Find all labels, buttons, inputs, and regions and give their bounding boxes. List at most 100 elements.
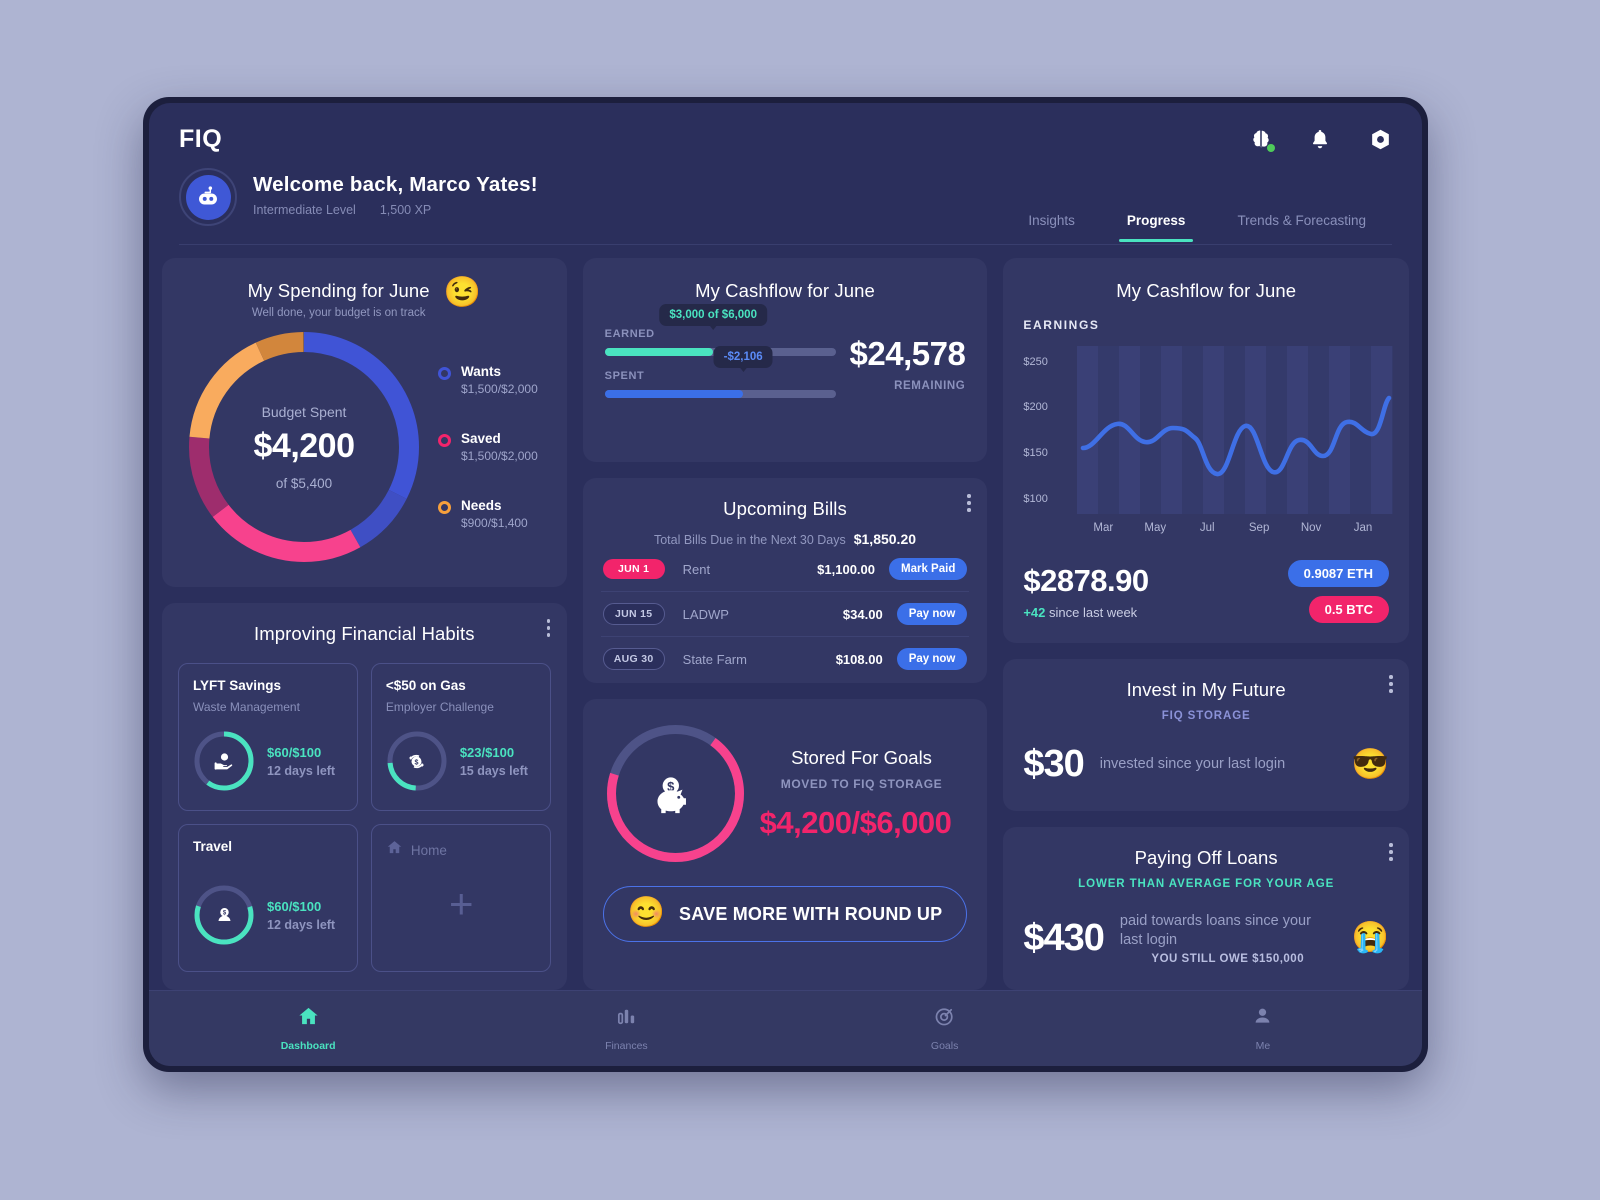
bill-action-button[interactable]: Pay now <box>896 603 968 625</box>
eth-chip[interactable]: 0.9087 ETH <box>1287 560 1389 587</box>
habit-progress-row: $ $60/$100 12 days left <box>193 884 344 946</box>
habit-name: Travel <box>193 839 233 854</box>
earned-label: EARNED <box>604 328 655 340</box>
spending-subtitle: Well done, your budget is on track <box>251 307 426 319</box>
spent-bubble: -$2,106 <box>713 346 773 372</box>
habit-tile[interactable]: LYFT Savings Waste Management $60/$100 1… <box>178 663 358 811</box>
legend-name: Saved <box>461 430 501 446</box>
bell-icon[interactable] <box>1308 127 1334 153</box>
nav-tabs: Insights Progress Trends & Forecasting <box>1002 213 1392 242</box>
habit-add-tile[interactable]: Home + <box>370 824 551 972</box>
bills-menu-icon[interactable] <box>967 494 971 515</box>
tab-trends-forecasting[interactable]: Trends & Forecasting <box>1211 213 1392 242</box>
earnings-line-chart: $250 $200 $150 $100 <box>1023 346 1394 514</box>
earned-bar-fill <box>604 348 714 356</box>
bill-action-button[interactable]: Pay now <box>896 648 968 670</box>
home-icon <box>297 1005 320 1033</box>
user-meta: Intermediate Level 1,500 XP <box>253 203 538 217</box>
brain-icon[interactable] <box>1248 127 1275 153</box>
remaining-block: $24,578 REMAINING <box>850 335 966 392</box>
goals-info: Stored For Goals MOVED TO FIQ STORAGE $4… <box>756 747 968 841</box>
habits-menu-icon[interactable] <box>546 619 551 640</box>
dashboard-body: My Spending for June Well done, your bud… <box>149 245 1422 990</box>
table-row: JUN 15 LADWP $34.00 Pay now <box>600 592 970 637</box>
chart-x-axis: Mar May Jul Sep Nov Jan <box>1023 522 1389 534</box>
svg-text:$: $ <box>415 758 419 766</box>
app-screen: FIQ Welcome back, Marco Yates! Intermedi… <box>149 103 1422 1066</box>
legend-ring-icon <box>438 433 451 447</box>
bill-action-button[interactable]: Mark Paid <box>889 558 968 580</box>
habit-values: $60/$100 12 days left <box>267 745 335 778</box>
x-tick-label: Sep <box>1248 522 1270 534</box>
bill-name: LADWP <box>682 606 729 622</box>
y-tick-label: $200 <box>1023 401 1048 413</box>
welcome-block: Welcome back, Marco Yates! Intermediate … <box>253 168 538 217</box>
add-habit-icon[interactable]: + <box>386 861 537 957</box>
settings-icon[interactable] <box>1368 127 1394 153</box>
bottom-navigation: Dashboard Finances Goals Me <box>149 990 1422 1066</box>
x-tick-label: May <box>1144 522 1167 534</box>
app-brand: FIQ <box>179 125 223 153</box>
user-level: Intermediate Level <box>253 203 356 217</box>
nav-label: Finances <box>605 1040 648 1052</box>
nav-item-finances[interactable]: Finances <box>467 991 785 1066</box>
bills-total-label: Total Bills Due in the Next 30 Days <box>653 533 846 547</box>
invest-card: Invest in My Future FIQ STORAGE $30 inve… <box>1003 659 1409 812</box>
spent-label: SPENT <box>604 370 645 382</box>
budget-donut-chart: Budget Spent $4,200 of $5,400 <box>188 331 420 563</box>
habit-name: LYFT Savings <box>193 678 282 693</box>
spent-bar-block: SPENT -$2,106 <box>604 346 836 398</box>
legend-item-wants: Wants $1,500/$2,000 <box>438 364 549 396</box>
nav-label: Dashboard <box>280 1040 336 1052</box>
column-right: My Cashflow for June EARNINGS $250 $200 … <box>1003 258 1409 990</box>
spending-header: My Spending for June Well done, your bud… <box>180 276 549 320</box>
habit-empty-label: Home <box>410 842 447 858</box>
legend-ring-icon <box>438 367 451 381</box>
crying-emoji: 😭 <box>1351 921 1389 955</box>
spending-card: My Spending for June Well done, your bud… <box>162 258 567 587</box>
donut-total: of $5,400 <box>275 475 333 491</box>
nav-label: Goals <box>930 1040 959 1052</box>
nav-item-me[interactable]: Me <box>1104 991 1422 1066</box>
header-divider <box>179 244 1392 245</box>
y-tick-label: $250 <box>1023 356 1048 368</box>
spending-header-text: My Spending for June Well done, your bud… <box>248 280 430 319</box>
loans-menu-icon[interactable] <box>1389 843 1393 864</box>
spent-bar-fill <box>604 390 744 398</box>
habit-tile[interactable]: Travel $ $60/$100 12 days left <box>178 824 358 972</box>
goals-top: $ Stored For Goals MOVED TO FIQ STORAGE … <box>603 721 968 866</box>
user-row: Welcome back, Marco Yates! Intermediate … <box>179 168 1392 242</box>
spent-bar-track <box>604 390 836 398</box>
legend-item-needs: Needs $900/$1,400 <box>438 498 549 530</box>
avatar[interactable] <box>185 174 231 220</box>
loans-card: Paying Off Loans LOWER THAN AVERAGE FOR … <box>1003 827 1409 990</box>
habit-progress-ring: $ <box>386 730 448 792</box>
bill-name: State Farm <box>682 651 747 667</box>
spending-title: My Spending for June <box>247 280 430 301</box>
habit-values: $60/$100 12 days left <box>267 899 335 932</box>
earnings-chart-title: My Cashflow for June <box>1116 280 1297 301</box>
round-up-button[interactable]: 😊 SAVE MORE WITH ROUND UP <box>602 886 968 942</box>
spending-legend: Wants $1,500/$2,000 Saved $1,500/$2,000 <box>420 331 549 563</box>
wink-emoji: 😉 <box>443 276 481 309</box>
welcome-title: Welcome back, Marco Yates! <box>253 173 538 196</box>
btc-chip[interactable]: 0.5 BTC <box>1308 596 1389 623</box>
x-tick-label: Jan <box>1353 522 1373 534</box>
y-tick-label: $150 <box>1023 447 1048 459</box>
tab-progress[interactable]: Progress <box>1101 213 1212 242</box>
loans-owe: YOU STILL OWE $150,000 <box>1151 952 1305 965</box>
nav-item-dashboard[interactable]: Dashboard <box>149 991 467 1066</box>
loans-subtitle: LOWER THAN AVERAGE FOR YOUR AGE <box>1078 878 1335 891</box>
bills-total-value: $1,850.20 <box>853 531 917 547</box>
habit-progress-ring: $ <box>193 884 255 946</box>
loans-row: $430 paid towards loans since your last … <box>1023 904 1389 972</box>
tab-insights[interactable]: Insights <box>1002 213 1101 242</box>
nav-item-goals[interactable]: Goals <box>786 991 1104 1066</box>
remaining-label: REMAINING <box>894 379 966 392</box>
earnings-chart-card: My Cashflow for June EARNINGS $250 $200 … <box>1003 258 1409 643</box>
habit-tile[interactable]: <$50 on Gas Employer Challenge $ $23/$10… <box>370 663 551 811</box>
habit-progress-row: $60/$100 12 days left <box>193 730 344 792</box>
spending-body: Budget Spent $4,200 of $5,400 Wants $1,5… <box>180 331 549 563</box>
habit-amount: $60/$100 <box>267 744 322 760</box>
invest-menu-icon[interactable] <box>1389 675 1393 696</box>
